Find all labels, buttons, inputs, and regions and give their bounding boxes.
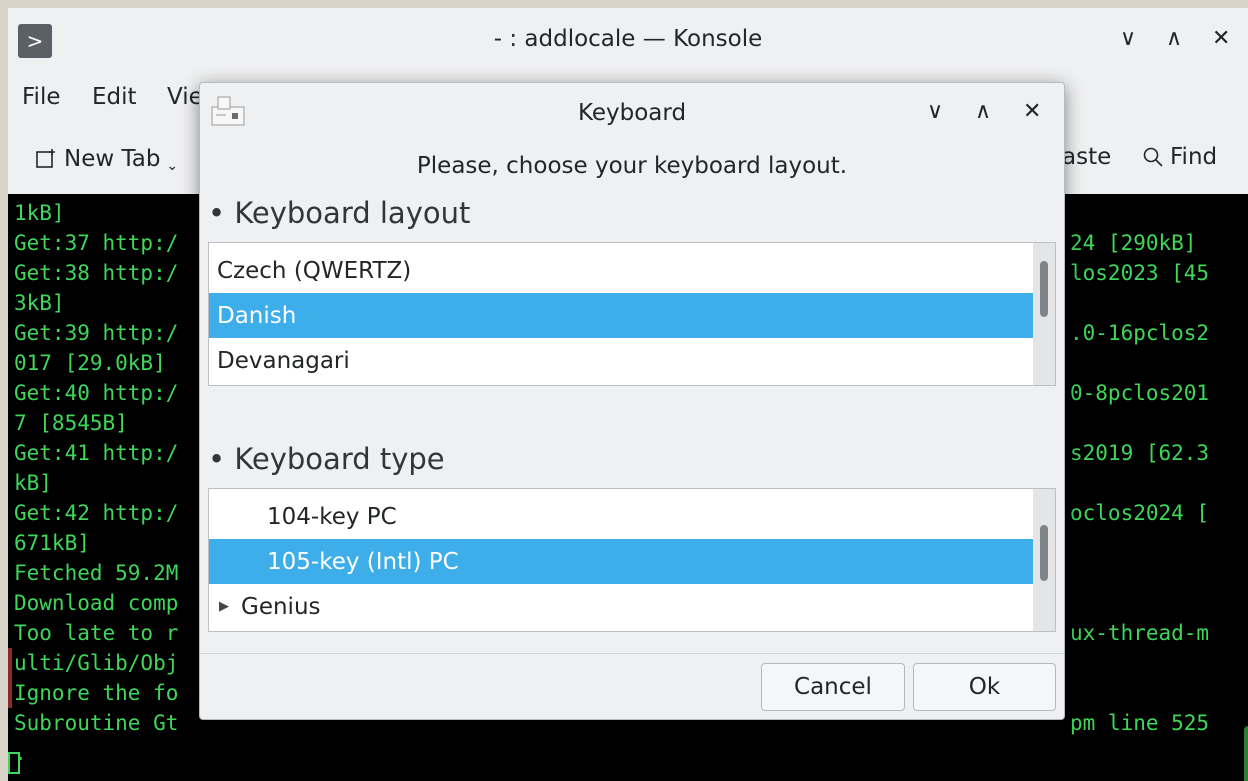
- keyboard-dialog: Keyboard ∨ ∧ ✕ Please, choose your keybo…: [199, 82, 1065, 720]
- keyboard-type-heading: • Keyboard type: [208, 442, 445, 476]
- terminal-line: 7 [8545B]: [14, 411, 128, 435]
- keyboard-layout-list[interactable]: Czech (QWERTZ) Danish Devanagari: [208, 242, 1056, 386]
- list-item-label: Danish: [217, 302, 297, 329]
- find-label: Find: [1170, 144, 1218, 170]
- type-list-scroll-thumb[interactable]: [1040, 525, 1048, 581]
- terminal-line: Get:41 http:/: [14, 441, 179, 465]
- terminal-line: ulti/Glib/Obj: [14, 651, 179, 675]
- new-tab-button[interactable]: New Tab ⌄: [34, 144, 178, 174]
- list-item[interactable]: Devanagari: [209, 338, 1043, 383]
- terminal-line: Fetched 59.2M: [14, 561, 179, 585]
- terminal-line: Subroutine Gt: [14, 711, 179, 735]
- terminal-line: Get:37 http:/: [14, 231, 179, 255]
- window-title: - : addlocale — Konsole: [493, 26, 763, 52]
- list-item-label: Devanagari: [217, 347, 350, 374]
- dialog-separator: [200, 653, 1064, 654]
- menu-edit[interactable]: Edit: [92, 84, 137, 110]
- search-icon: [1143, 147, 1163, 167]
- new-tab-icon: [36, 149, 55, 168]
- terminal-scrollbar[interactable]: [1244, 726, 1248, 781]
- menu-view[interactable]: Vie: [167, 84, 203, 110]
- dialog-maximize-button[interactable]: ∧: [975, 99, 991, 124]
- maximize-button[interactable]: ∧: [1166, 26, 1182, 51]
- keyboard-type-list[interactable]: 104-key PC 105-key (Intl) PC ▶ Genius: [208, 488, 1056, 632]
- terminal-line: 1kB]: [14, 201, 65, 225]
- konsole-titlebar: > - : addlocale — Konsole ∨ ∧ ✕: [8, 8, 1248, 72]
- terminal-line: 671kB]: [14, 531, 90, 555]
- terminal-line: Too late to r: [14, 621, 179, 645]
- dialog-prompt: Please, choose your keyboard layout.: [416, 153, 848, 179]
- close-button[interactable]: ✕: [1212, 26, 1230, 51]
- list-item-selected[interactable]: Danish: [209, 293, 1043, 338]
- list-item[interactable]: 104-key PC: [209, 494, 1055, 539]
- terminal-line-right: pm line 525: [1070, 711, 1210, 735]
- paste-label: aste: [1062, 144, 1112, 170]
- dialog-titlebar: Keyboard ∨ ∧ ✕: [200, 83, 1064, 141]
- terminal-line: Ignore the fo: [14, 681, 179, 705]
- terminal-line: Get:40 http:/: [14, 381, 179, 405]
- paste-button[interactable]: aste: [1062, 144, 1111, 170]
- list-item-selected[interactable]: 105-key (Intl) PC: [209, 539, 1055, 584]
- terminal-line: 017 [29.0kB]: [14, 351, 166, 375]
- layout-list-scrollbar[interactable]: [1033, 243, 1055, 385]
- find-button[interactable]: Find: [1142, 144, 1217, 170]
- list-item-label: Genius: [241, 593, 321, 620]
- terminal-line-right: 0-8pclos201: [1070, 381, 1210, 405]
- dialog-close-button[interactable]: ✕: [1023, 99, 1041, 124]
- minimize-button[interactable]: ∨: [1120, 26, 1136, 51]
- list-item-label: 105-key (Intl) PC: [267, 548, 459, 575]
- list-item[interactable]: Czech (QWERTZ): [209, 248, 1043, 293]
- cancel-button[interactable]: Cancel: [761, 663, 905, 711]
- menu-file[interactable]: File: [22, 84, 61, 110]
- terminal-marker: [8, 648, 12, 708]
- terminal-line: Get:38 http:/: [14, 261, 179, 285]
- new-tab-dropdown-icon[interactable]: ⌄: [166, 158, 178, 174]
- terminal-line: 3kB]: [14, 291, 65, 315]
- terminal-line: Get:42 http:/: [14, 501, 179, 525]
- terminal-line-right: .0-16pclos2: [1070, 321, 1210, 345]
- terminal-line-right: oclos2024 [: [1070, 501, 1210, 525]
- list-item-label: Czech (QWERTZ): [217, 257, 412, 284]
- keyboard-layout-heading: • Keyboard layout: [208, 196, 471, 230]
- terminal-line-right: los2023 [45: [1070, 261, 1210, 285]
- new-tab-label: New Tab: [64, 146, 161, 172]
- list-item-expandable[interactable]: ▶ Genius: [209, 584, 1045, 629]
- dialog-minimize-button[interactable]: ∨: [927, 99, 943, 124]
- terminal-line: Get:39 http:/: [14, 321, 179, 345]
- terminal-line-right: 24 [290kB]: [1070, 231, 1197, 255]
- ok-button[interactable]: Ok: [913, 663, 1056, 711]
- terminal-line: kB]: [14, 471, 52, 495]
- terminal-line-right: s2019 [62.3: [1070, 441, 1210, 465]
- terminal-line: Download comp: [14, 591, 179, 615]
- type-list-scrollbar[interactable]: [1033, 489, 1055, 631]
- terminal-cursor: [8, 752, 20, 774]
- expand-arrow-icon[interactable]: ▶: [219, 599, 229, 614]
- layout-list-scroll-thumb[interactable]: [1040, 261, 1048, 317]
- list-item-label: 104-key PC: [267, 503, 397, 530]
- terminal-line-right: ux-thread-m: [1070, 621, 1210, 645]
